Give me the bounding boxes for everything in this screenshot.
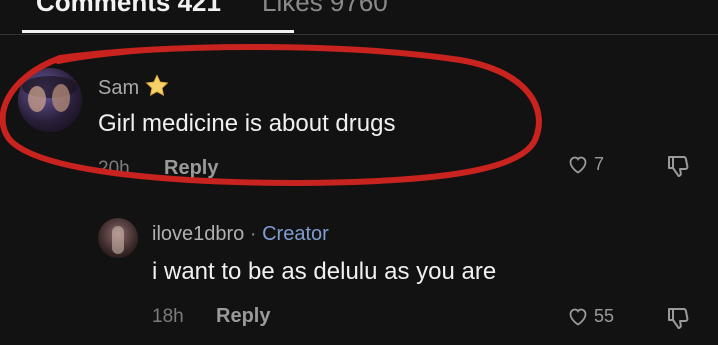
annotation-circle (0, 44, 542, 187)
